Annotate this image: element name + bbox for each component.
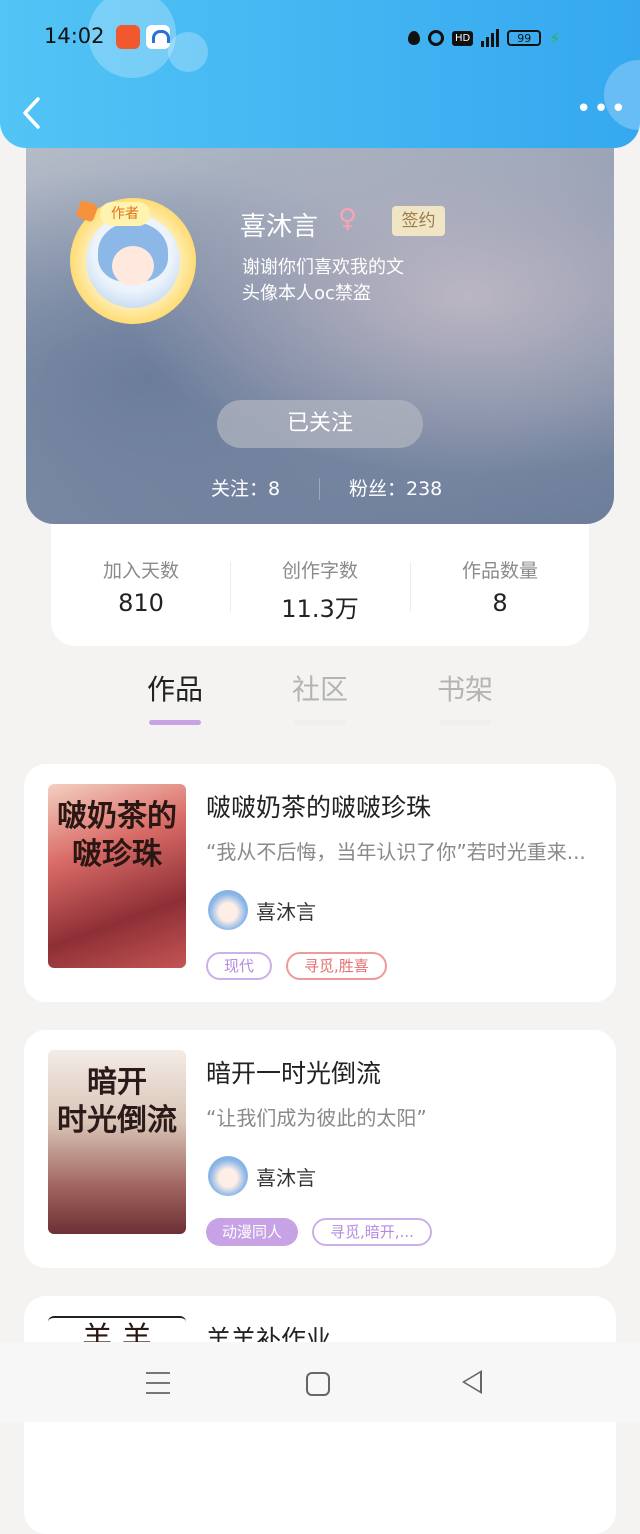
following-count[interactable]: 关注：8	[211, 474, 280, 501]
profile-bio: 谢谢你们喜欢我的文 头像本人oc禁盗	[242, 255, 404, 307]
tab-indicator	[439, 720, 491, 725]
stat-label: 加入天数	[102, 560, 179, 582]
battery-level: 99	[517, 31, 532, 45]
author-badge: 作者	[100, 202, 150, 226]
tab-indicator	[149, 720, 201, 725]
5g-signal-icon	[481, 29, 500, 47]
tag[interactable]: 动漫同人	[206, 1218, 299, 1246]
tab-bar: 作品 社区 书架	[0, 646, 640, 740]
work-author[interactable]: 喜沐言	[208, 888, 316, 932]
book-cover[interactable]: 暗开 时光倒流	[48, 1050, 186, 1234]
water-drop-icon	[408, 31, 420, 45]
work-card[interactable]: 暗开 时光倒流 暗开一时光倒流 “让我们成为彼此的太阳” 喜沐言 动漫同人 寻觅…	[24, 1030, 616, 1268]
alarm-icon	[428, 30, 444, 46]
baidu-netdisk-icon	[146, 25, 170, 49]
work-description: “让我们成为彼此的太阳”	[206, 1106, 427, 1130]
battery-icon: 99	[507, 30, 542, 46]
cover-text: 啵奶茶的 啵珍珠	[57, 799, 177, 872]
tag[interactable]: 现代	[206, 952, 273, 980]
home-icon[interactable]	[306, 1372, 330, 1396]
tab-community[interactable]: 社区	[260, 668, 380, 725]
work-description: “我从不后悔，当年认识了你”若时光重来...	[206, 840, 586, 864]
charging-icon: ⚡	[549, 28, 561, 48]
stat-value: 8	[492, 589, 508, 617]
tab-indicator	[294, 720, 346, 725]
stat-word-count: 创作字数 11.3万	[230, 556, 410, 624]
female-icon: ♀	[338, 204, 358, 234]
avatar-face	[112, 246, 154, 286]
back-icon[interactable]	[462, 1370, 482, 1394]
stat-value: 11.3万	[281, 595, 359, 623]
tab-label: 书架	[436, 673, 493, 706]
bio-line: 头像本人oc禁盗	[242, 283, 371, 304]
menu-icon[interactable]	[146, 1372, 170, 1402]
avatar-image	[86, 214, 180, 308]
status-icons: HD 99 ⚡	[408, 24, 608, 52]
author-name: 喜沐言	[256, 899, 316, 924]
fans-count[interactable]: 粉丝：238	[349, 474, 442, 501]
divider	[319, 478, 320, 500]
system-nav-bar	[0, 1342, 640, 1422]
tag[interactable]: 寻觅,胜喜	[286, 952, 387, 980]
stat-label: 创作字数	[281, 560, 358, 582]
status-bar: 14:02 HD 99 ⚡	[0, 0, 640, 76]
author-avatar	[208, 1156, 248, 1196]
top-header: 14:02 HD 99 ⚡ •••	[0, 0, 640, 148]
works-list: 啵奶茶的 啵珍珠 啵啵奶茶的啵啵珍珠 “我从不后悔，当年认识了你”若时光重来..…	[0, 740, 640, 1534]
work-tags: 动漫同人 寻觅,暗开,...	[206, 1218, 432, 1246]
work-tags: 现代 寻觅,胜喜	[206, 952, 387, 980]
back-arrow-icon[interactable]	[22, 96, 42, 130]
follow-button[interactable]: 已关注	[217, 400, 423, 448]
work-title[interactable]: 暗开一时光倒流	[206, 1054, 381, 1090]
more-icon[interactable]: •••	[576, 96, 628, 122]
tab-label: 作品	[146, 673, 203, 706]
tab-label: 社区	[291, 673, 348, 706]
author-name: 喜沐言	[256, 1165, 316, 1190]
tab-bookshelf[interactable]: 书架	[405, 668, 525, 725]
tag[interactable]: 寻觅,暗开,...	[312, 1218, 432, 1246]
profile-name: 喜沐言	[240, 212, 319, 242]
work-card[interactable]: 啵奶茶的 啵珍珠 啵啵奶茶的啵啵珍珠 “我从不后悔，当年认识了你”若时光重来..…	[24, 764, 616, 1002]
stat-label: 作品数量	[461, 560, 538, 582]
follow-counts: 关注：8 粉丝：238	[26, 474, 614, 504]
stat-works-count: 作品数量 8	[410, 556, 590, 617]
cover-text: 暗开 时光倒流	[57, 1065, 177, 1138]
profile-card: 作者 喜沐言 ♀ 签约 谢谢你们喜欢我的文 头像本人oc禁盗 已关注 关注：8 …	[26, 110, 614, 524]
author-avatar	[208, 890, 248, 930]
bio-line: 谢谢你们喜欢我的文	[242, 257, 404, 278]
book-cover[interactable]: 啵奶茶的 啵珍珠	[48, 784, 186, 968]
work-title[interactable]: 啵啵奶茶的啵啵珍珠	[206, 788, 431, 824]
stat-join-days: 加入天数 810	[51, 556, 231, 617]
hd-icon: HD	[452, 30, 474, 46]
signed-badge: 签约	[392, 206, 445, 236]
stat-value: 810	[118, 589, 164, 617]
pinduoduo-app-icon	[116, 25, 140, 49]
work-author[interactable]: 喜沐言	[208, 1154, 316, 1198]
status-time: 14:02	[44, 24, 105, 48]
tab-works[interactable]: 作品	[115, 668, 235, 725]
